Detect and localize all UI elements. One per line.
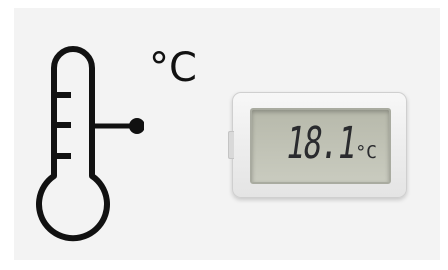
celsius-unit-label: °C bbox=[149, 45, 197, 91]
digital-thermometer-device: 18.1 °C bbox=[228, 92, 407, 198]
thermometer-outline bbox=[36, 46, 110, 242]
temperature-reading-unit: °C bbox=[355, 142, 377, 163]
thermometer-icon bbox=[36, 46, 144, 242]
illustration-panel: °C 18.1 °C bbox=[14, 8, 440, 260]
lcd-screen: 18.1 °C bbox=[250, 108, 391, 184]
thermometer-level-dot bbox=[129, 118, 144, 134]
device-side-tab bbox=[228, 131, 234, 159]
temperature-reading: 18.1 bbox=[282, 118, 359, 169]
